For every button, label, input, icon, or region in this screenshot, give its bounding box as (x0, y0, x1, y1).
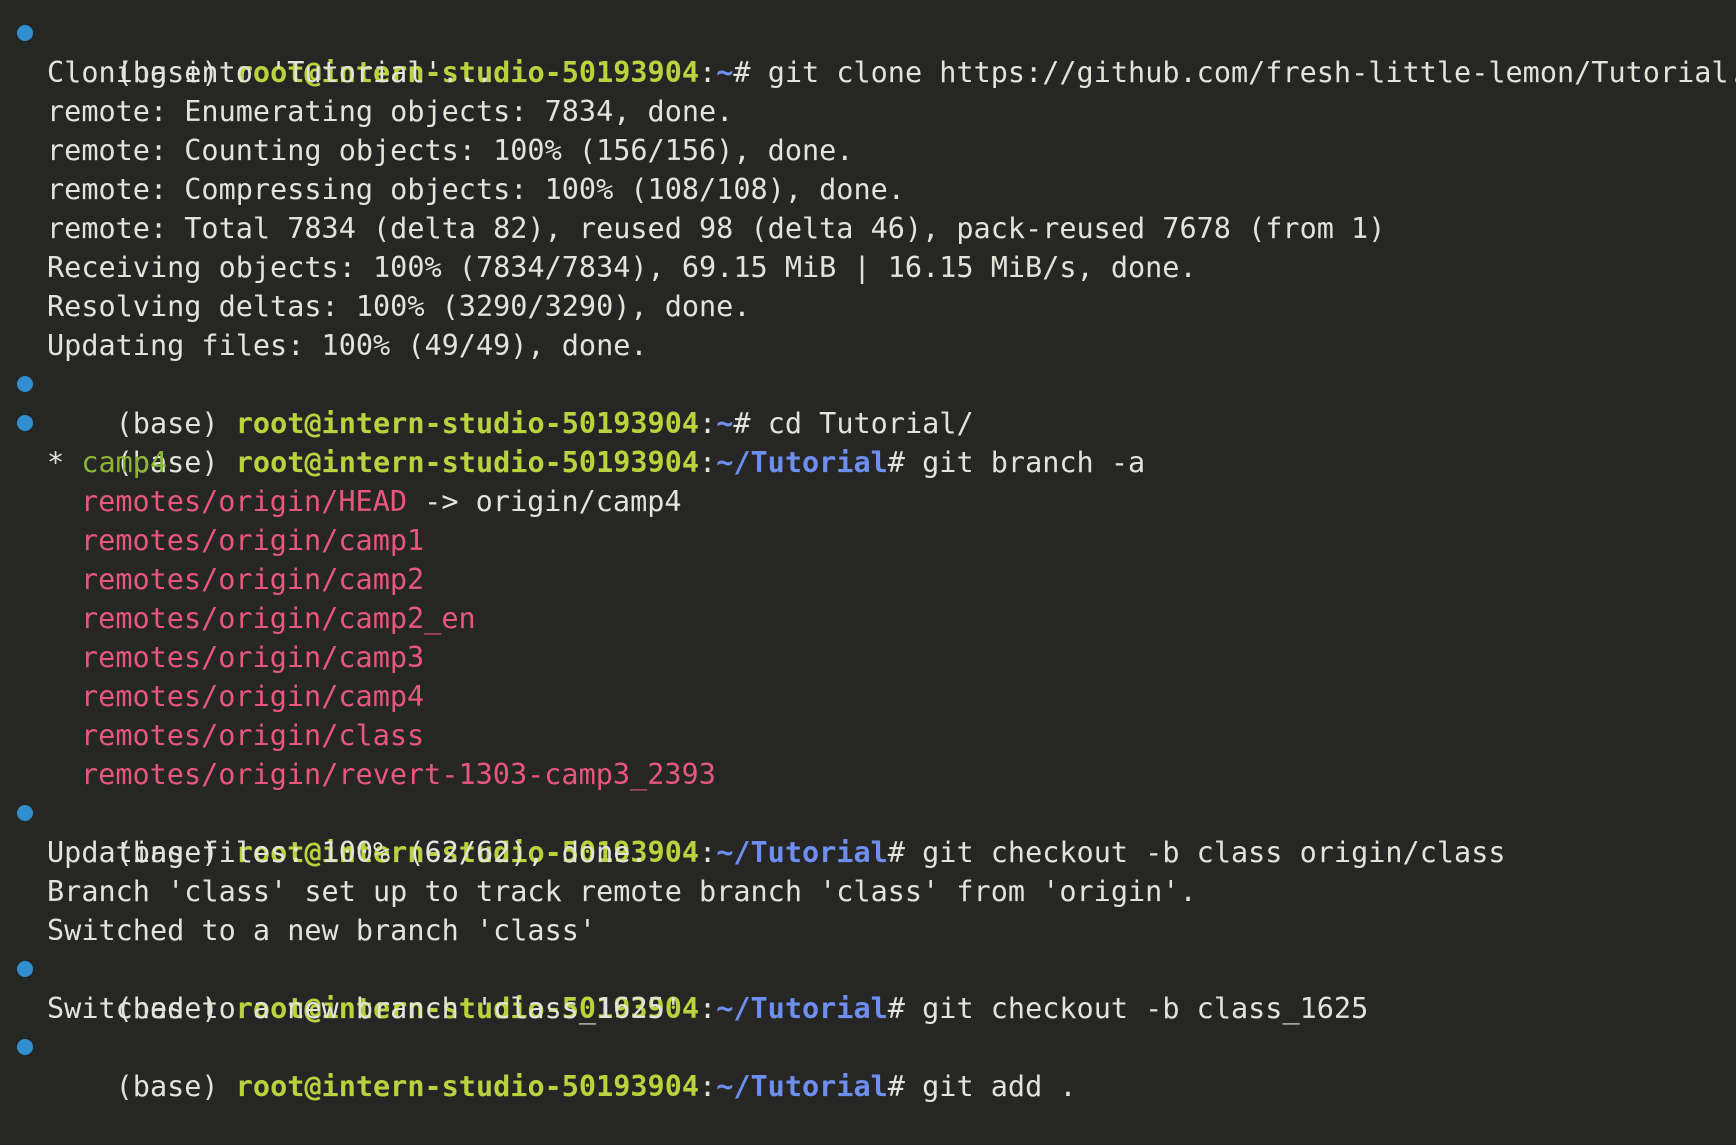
head-target: -> origin/camp4 (407, 485, 682, 518)
command-line-add: (base) root@intern-studio-50193904:~/Tut… (0, 1028, 1736, 1103)
prompt-path: ~/Tutorial (716, 1070, 888, 1103)
command-line-clone: (base) root@intern-studio-50193904:~# gi… (0, 14, 1736, 89)
command-status-dot-icon (17, 25, 33, 41)
remote-branch: remotes/origin/camp3 (81, 641, 425, 674)
remote-branch: remotes/origin/camp2 (81, 563, 425, 596)
prompt-colon: : (699, 1070, 717, 1103)
output-line: Resolving deltas: 100% (3290/3290), done… (47, 290, 751, 323)
command-status-dot-icon (17, 805, 33, 821)
current-branch-marker: * (47, 446, 82, 479)
remote-branch: remotes/origin/camp4 (81, 680, 425, 713)
command-status-dot-icon (17, 1039, 33, 1055)
output-line: Switched to a new branch 'class_1625' (47, 992, 682, 1025)
remote-branch: remotes/origin/camp1 (81, 524, 425, 557)
remote-branch: remotes/origin/class (81, 719, 425, 752)
head-ref: remotes/origin/HEAD (81, 485, 408, 518)
command-line-checkout-class-1625: (base) root@intern-studio-50193904:~/Tut… (0, 950, 1736, 1025)
output-line: Updating files: 100% (49/49), done. (47, 329, 648, 362)
current-branch-name: camp4 (81, 446, 168, 479)
output-line: Switched to a new branch 'class' (47, 914, 597, 947)
output-line: remote: Counting objects: 100% (156/156)… (47, 134, 854, 167)
command-line-checkout-class: (base) root@intern-studio-50193904:~/Tut… (0, 794, 1736, 869)
prompt-hash: # (887, 1070, 923, 1103)
conda-env: (base) (115, 1070, 236, 1103)
command-line-cd: (base) root@intern-studio-50193904:~# cd… (0, 365, 1736, 440)
command-status-dot-icon (17, 961, 33, 977)
remote-branch: remotes/origin/camp2_en (81, 602, 476, 635)
output-line: Receiving objects: 100% (7834/7834), 69.… (47, 251, 1197, 284)
terminal-output[interactable]: (base) root@intern-studio-50193904:~# gi… (0, 0, 1736, 1103)
branch-current: * camp4 (0, 443, 1736, 482)
output-line: remote: Total 7834 (delta 82), reused 98… (47, 212, 1386, 245)
output-line: Cloning into 'Tutorial'... (47, 56, 494, 89)
output-line: Branch 'class' set up to track remote br… (47, 875, 1197, 908)
output-line: remote: Enumerating objects: 7834, done. (47, 95, 734, 128)
prompt-user-host: root@intern-studio-50193904 (235, 1070, 700, 1103)
output-line: Updating files: 100% (62/62), done. (47, 836, 648, 869)
command-line-branch: (base) root@intern-studio-50193904:~/Tut… (0, 404, 1736, 479)
output-line: remote: Compressing objects: 100% (108/1… (47, 173, 905, 206)
branch-head: remotes/origin/HEAD -> origin/camp4 (0, 482, 1736, 521)
command-status-dot-icon (17, 415, 33, 431)
remote-branch: remotes/origin/revert-1303-camp3_2393 (81, 758, 716, 791)
command-text: git add . (922, 1070, 1077, 1103)
command-status-dot-icon (17, 376, 33, 392)
